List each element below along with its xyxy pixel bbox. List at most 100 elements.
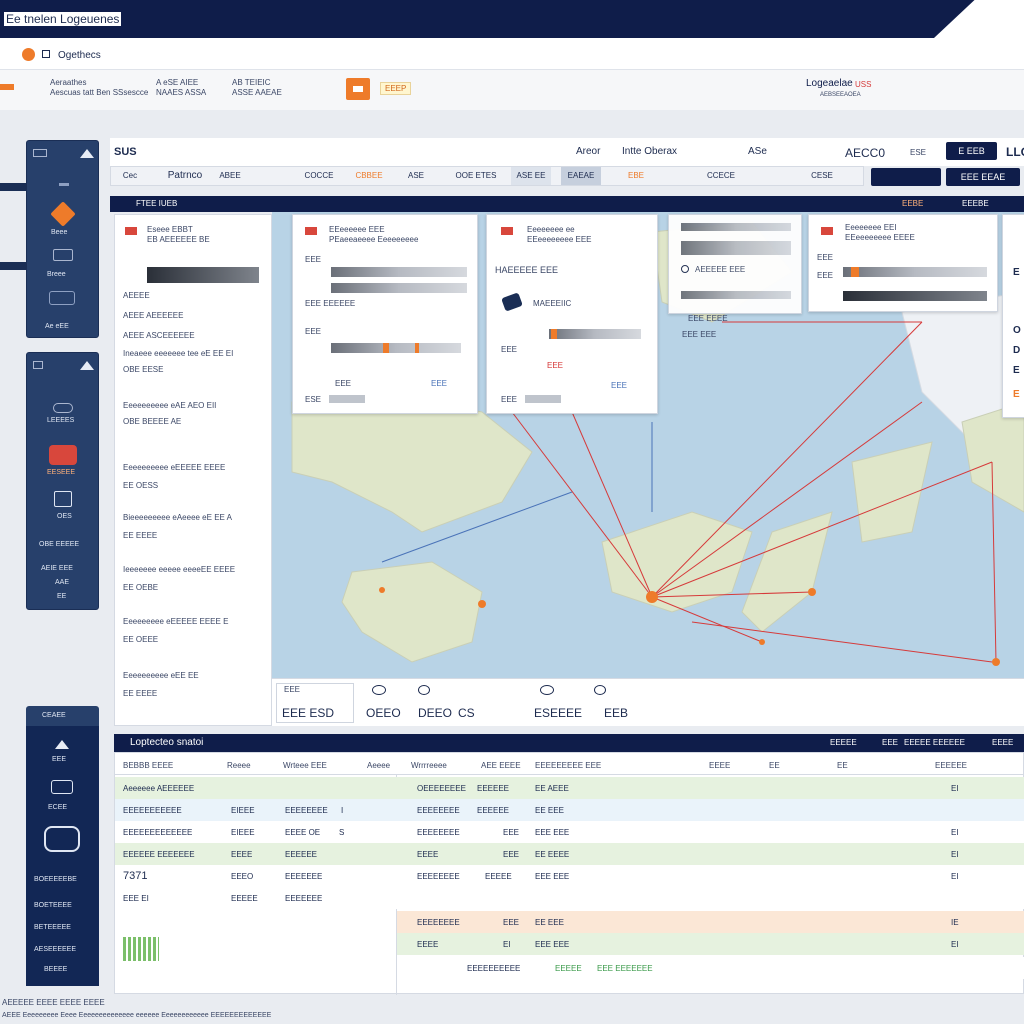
- rail-bottom-item-7[interactable]: BEEEE: [44, 966, 67, 973]
- card-1-link[interactable]: EEE: [431, 379, 447, 388]
- table-row[interactable]: Aeeeeee AEEEEEE OEEEEEEEE EEEEEE EE AEEE…: [115, 777, 1024, 799]
- rail-bottom-item-2[interactable]: ECEE: [48, 804, 67, 811]
- rail-top-item-1[interactable]: Breee: [47, 271, 66, 278]
- rail-mid-item-6[interactable]: AAE: [55, 579, 69, 586]
- list-row-3-title[interactable]: Ineaeee eeeeeee tee eE EE EI: [123, 349, 233, 358]
- list-row-1-title[interactable]: AEEEE: [123, 291, 150, 300]
- tab-action-2[interactable]: EEE EEAE: [946, 168, 1020, 186]
- rail-bottom-up-icon[interactable]: [55, 740, 69, 749]
- col-header-4[interactable]: Aeeee: [367, 761, 390, 770]
- shipment-card-4[interactable]: Eeeeeeee EEI EEeeeeeeee EEEE EEE EEE: [808, 214, 998, 312]
- box-icon[interactable]: [54, 491, 72, 507]
- container-icon[interactable]: [49, 291, 75, 305]
- rail-bottom-item-1[interactable]: EEE: [52, 756, 66, 763]
- shipment-card-2[interactable]: Eeeeeeee ee EEeeeeeeee EEE HAEEEEE EEE M…: [486, 214, 658, 414]
- rail-bottom-item-3[interactable]: BOEEEEEBE: [34, 876, 77, 883]
- list-row-4-title[interactable]: Eeeeeeeeee eAE AEO EII: [123, 401, 216, 410]
- tab-3[interactable]: ABEE: [215, 167, 245, 185]
- tab-9[interactable]: EAEAE: [561, 167, 601, 185]
- rail-mid-item-5[interactable]: AEIE EEE: [41, 565, 73, 572]
- col-header-2[interactable]: Reeee: [227, 761, 251, 770]
- rail-mid-item-7[interactable]: EE: [57, 593, 66, 600]
- hub-6[interactable]: [992, 658, 1000, 666]
- col-header-1[interactable]: BEBBB EEEE: [123, 761, 173, 770]
- rail-top: Beee Breee Ae eEE: [26, 140, 99, 338]
- rail-mid-menu-icon[interactable]: [33, 361, 43, 369]
- hub-4[interactable]: [808, 588, 816, 596]
- table-row[interactable]: EEEEEEEEEEE EIEEE EEEEEEEE I EEEEEEEE EE…: [115, 799, 1024, 821]
- list-row-6-title[interactable]: Bieeeeeeeee eAeeee eE EE A: [123, 513, 232, 522]
- tab-12[interactable]: CESE: [807, 167, 837, 185]
- toolbar-group2-b[interactable]: ASSE AAEAE: [232, 88, 282, 97]
- table-header-right-3[interactable]: EEEEE EEEEEE: [904, 738, 965, 747]
- table-row[interactable]: 7371 EEEO EEEEEEE EEEEEEEE EEEEE EEE EEE…: [115, 865, 1024, 887]
- tab-5[interactable]: CBBEE: [347, 167, 391, 185]
- tab-8[interactable]: ASE EE: [511, 167, 551, 185]
- tab-6[interactable]: ASE: [401, 167, 431, 185]
- cart-icon[interactable]: [51, 780, 73, 794]
- table-row[interactable]: EEEEEEEEEE EEEEE EEE EEEEEEE: [397, 957, 1024, 979]
- rail-bottom-item-4[interactable]: BOETEEEE: [34, 902, 72, 909]
- rail-mid-item-2[interactable]: EESEEE: [47, 469, 75, 476]
- export-button[interactable]: [346, 78, 370, 100]
- table-row[interactable]: EEEEEE EEEEEEE EEEE EEEEEE EEEE EEE EE E…: [115, 843, 1024, 865]
- tab-2[interactable]: Patrnco: [155, 167, 215, 185]
- truck-icon[interactable]: [53, 249, 73, 261]
- table-row[interactable]: EEEEEEEEEEEEE EIEEE EEEE OE S EEEEEEEE E…: [115, 821, 1024, 843]
- card-2-link[interactable]: EEE: [611, 381, 627, 390]
- col-header-8[interactable]: EEEE: [709, 761, 730, 770]
- list-row-9-title[interactable]: Eeeeeeeeee eEE EE: [123, 671, 199, 680]
- rail-menu-icon[interactable]: [33, 149, 47, 157]
- table-row[interactable]: EEEEEEEE EEE EE EEE IE: [397, 911, 1024, 933]
- list-row-7-title[interactable]: Ieeeeeee eeeee eeeeEE EEEE: [123, 565, 235, 574]
- col-header-3[interactable]: Wrteee EEE: [283, 761, 327, 770]
- rail-mid-item-3[interactable]: OES: [57, 513, 72, 520]
- package-icon[interactable]: [50, 201, 76, 227]
- filter-right-1[interactable]: EEBE: [902, 199, 923, 208]
- hub-1[interactable]: [646, 591, 658, 603]
- freight-icon[interactable]: [44, 826, 80, 852]
- tab-7[interactable]: OOE ETES: [451, 167, 501, 185]
- list-row-2-title[interactable]: AEEE ASCEEEEEE: [123, 331, 195, 340]
- rail-mid-collapse-icon[interactable]: [80, 361, 94, 370]
- rail-bottom-item-6[interactable]: AESEEEEEE: [34, 946, 76, 953]
- toolbar-group1-b[interactable]: NAAES ASSA: [156, 88, 206, 97]
- tab-11[interactable]: CCECE: [701, 167, 741, 185]
- col-header-11[interactable]: EEEEEE: [935, 761, 967, 770]
- rail-mid-item-1[interactable]: LEEEES: [47, 417, 74, 424]
- col-header-10[interactable]: EE: [837, 761, 848, 770]
- hub-5[interactable]: [759, 639, 765, 645]
- collapse-icon[interactable]: [80, 149, 94, 158]
- shipment-card-3[interactable]: AEEEEE EEE: [668, 214, 802, 314]
- export-badge[interactable]: EEEP: [380, 82, 412, 95]
- filter-right-2[interactable]: EEEBE: [962, 199, 989, 208]
- table-row[interactable]: EEEE EI EEE EEE EI: [397, 933, 1024, 955]
- col-header-7[interactable]: EEEEEEEEE EEE: [535, 761, 601, 770]
- hub-3[interactable]: [379, 587, 385, 593]
- rail-top-item-2[interactable]: Ae eEE: [45, 323, 69, 330]
- menu-icon[interactable]: [42, 50, 50, 58]
- header-button[interactable]: E EEB: [946, 142, 997, 160]
- tab-action-1[interactable]: [871, 168, 941, 186]
- ship-icon[interactable]: [53, 403, 73, 413]
- table-header-right-1[interactable]: EEEEE: [830, 738, 857, 747]
- list-row-8-title[interactable]: Eeeeeeeee eEEEEE EEEE E: [123, 617, 228, 626]
- rail-mid-item-4[interactable]: OBE EEEEE: [39, 541, 79, 548]
- warehouse-icon[interactable]: [49, 445, 77, 465]
- col-header-9[interactable]: EE: [769, 761, 780, 770]
- tab-1[interactable]: Cec: [117, 167, 143, 185]
- list-row-5-title[interactable]: Eeeeeeeeee eEEEEE EEEE: [123, 463, 225, 472]
- right-edge-card[interactable]: E O D E E: [1002, 214, 1024, 418]
- table-row[interactable]: EEE EI EEEEE EEEEEEE: [115, 887, 1024, 909]
- toolbar-group1-a[interactable]: A eSE AIEE: [156, 78, 198, 87]
- hub-2[interactable]: [478, 600, 486, 608]
- col-header-5[interactable]: Wrrrreeee: [411, 761, 447, 770]
- col-header-6[interactable]: AEE EEEE: [481, 761, 521, 770]
- tab-4[interactable]: COCCE: [301, 167, 337, 185]
- rail-bottom-item-5[interactable]: BETEEEEE: [34, 924, 71, 931]
- shipment-card-1[interactable]: EEeeeeee EEE PEaeeaeeee Eeeeeeeee EEE EE…: [292, 214, 478, 414]
- tab-10[interactable]: EBE: [621, 167, 651, 185]
- table-header-right-4[interactable]: EEEE: [992, 738, 1013, 747]
- table-header-right-2[interactable]: EEE: [882, 738, 898, 747]
- toolbar-group2-a[interactable]: AB TEIEIC: [232, 78, 271, 87]
